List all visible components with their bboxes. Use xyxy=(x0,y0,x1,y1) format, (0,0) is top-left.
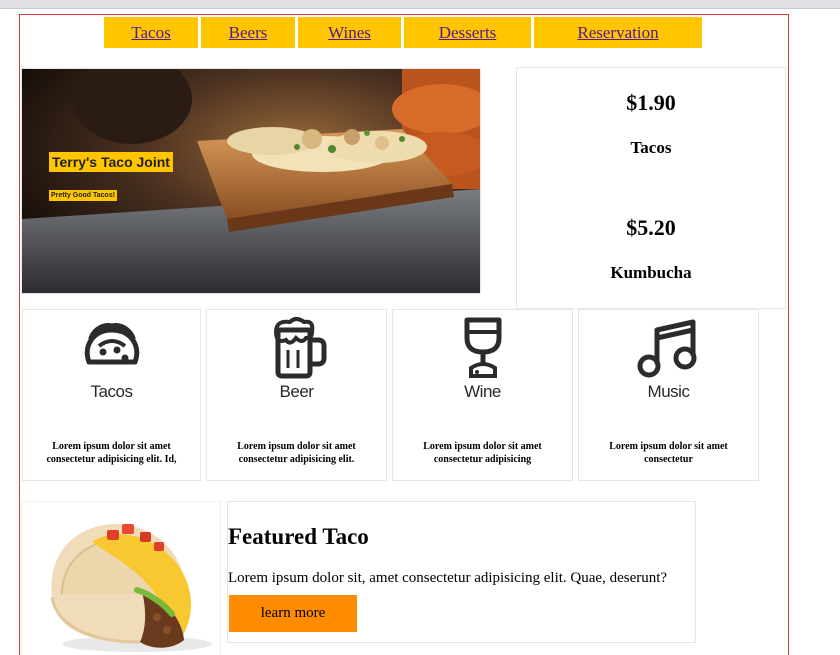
feature-text: Lorem ipsum dolor sit amet consectetur xyxy=(609,441,728,465)
featured-section: Featured Taco Lorem ipsum dolor sit, ame… xyxy=(227,501,696,643)
nav-item-beers[interactable]: Beers xyxy=(201,17,298,48)
featured-description: Lorem ipsum dolor sit, amet consectetur … xyxy=(228,570,668,586)
hero-title: Terry's Taco Joint xyxy=(49,152,173,172)
featured-title: Featured Taco xyxy=(228,524,369,549)
browser-chrome-strip xyxy=(0,0,840,9)
beer-mug-icon xyxy=(273,317,326,379)
price-label: Kumbucha xyxy=(610,263,692,282)
learn-more-button[interactable]: learn more xyxy=(229,595,357,632)
wine-glass-icon xyxy=(464,317,501,378)
hero-photo xyxy=(22,69,480,293)
nav-item-desserts[interactable]: Desserts xyxy=(404,17,534,48)
price-label: Tacos xyxy=(630,138,672,157)
feature-text: Lorem ipsum dolor sit amet consectetur a… xyxy=(423,441,542,465)
price-panel: $1.90 Tacos $5.20 Kumbucha xyxy=(516,67,786,309)
nav-item-reservation[interactable]: Reservation xyxy=(534,17,704,48)
music-note-icon xyxy=(637,319,696,378)
nav-item-wines[interactable]: Wines xyxy=(298,17,404,48)
hero-subtitle: Pretty Good Tacos! xyxy=(49,190,118,201)
feature-title: Wine xyxy=(464,382,501,401)
feature-title: Beer xyxy=(279,382,314,401)
price-value: $5.20 xyxy=(626,215,676,240)
featured-image xyxy=(21,501,221,655)
feature-card-beer: Beer Lorem ipsum dolor sit amet consecte… xyxy=(206,309,387,481)
nav-item-tacos[interactable]: Tacos xyxy=(104,17,201,48)
hero-image: Terry's Taco Joint Pretty Good Tacos! xyxy=(21,68,481,294)
price-value: $1.90 xyxy=(626,90,676,115)
feature-card-music: Music Lorem ipsum dolor sit amet consect… xyxy=(578,309,759,481)
taco-photo xyxy=(50,524,212,652)
main-nav: Tacos Beers Wines Desserts Reservation xyxy=(104,17,704,48)
feature-card-tacos: Tacos Lorem ipsum dolor sit amet consect… xyxy=(22,309,201,481)
feature-title: Tacos xyxy=(90,382,133,401)
feature-text: Lorem ipsum dolor sit amet consectetur a… xyxy=(237,441,356,465)
taco-icon xyxy=(84,323,139,365)
feature-title: Music xyxy=(647,382,690,401)
feature-text: Lorem ipsum dolor sit amet consectetur a… xyxy=(46,441,177,465)
feature-card-wine: Wine Lorem ipsum dolor sit amet consecte… xyxy=(392,309,573,481)
